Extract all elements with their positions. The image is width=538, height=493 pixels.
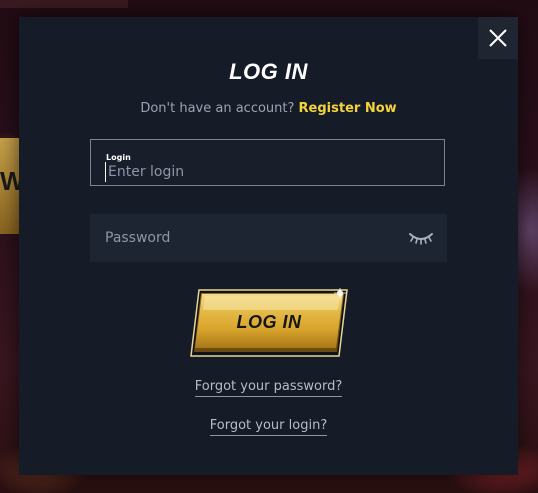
- forgot-login-text: Forgot your login?: [209, 418, 328, 436]
- login-field[interactable]: Login: [90, 139, 445, 186]
- forgot-password-text: Forgot your password?: [194, 379, 343, 397]
- register-now-link[interactable]: Register Now: [299, 101, 397, 116]
- password-visibility-toggle[interactable]: [408, 229, 434, 247]
- modal-title: LOG IN: [229, 59, 308, 84]
- background-strip: [0, 0, 128, 8]
- login-submit-label: LOG IN: [236, 312, 302, 332]
- close-button[interactable]: [478, 17, 518, 59]
- forgot-password-link[interactable]: Forgot your password?: [19, 379, 518, 397]
- register-prompt-text: Don't have an account?: [140, 101, 295, 116]
- eye-closed-icon: [409, 233, 433, 245]
- register-prompt: Don't have an account? Register Now: [19, 101, 518, 116]
- login-input[interactable]: [105, 162, 428, 182]
- forgot-login-link[interactable]: Forgot your login?: [19, 418, 518, 436]
- login-submit-button[interactable]: LOG IN: [189, 288, 349, 360]
- login-modal: LOG IN Don't have an account? Register N…: [19, 17, 518, 475]
- password-field[interactable]: [90, 214, 447, 262]
- password-input[interactable]: [105, 228, 395, 248]
- login-field-label: Login: [106, 153, 131, 162]
- close-icon: [489, 29, 507, 47]
